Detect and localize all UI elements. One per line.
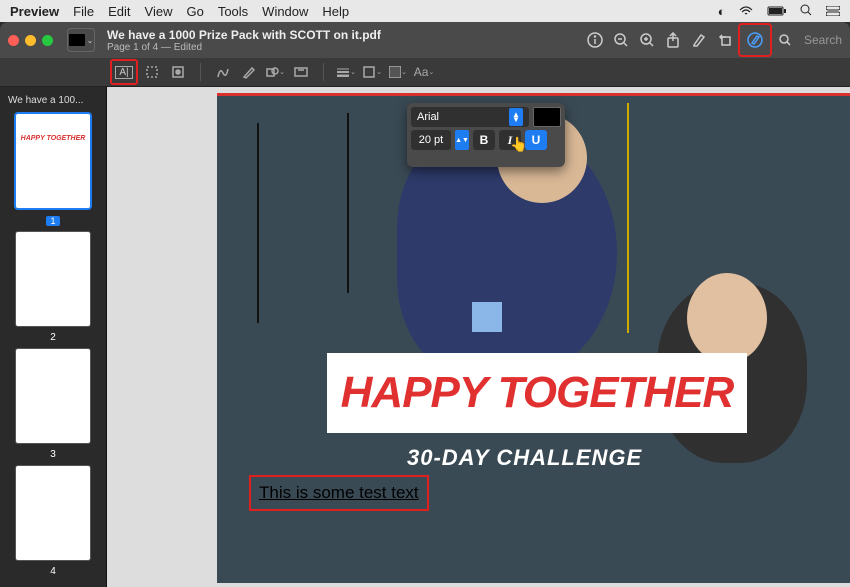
redact-tool[interactable]: [166, 61, 190, 83]
document-subtitle: Page 1 of 4 — Edited: [107, 42, 582, 53]
page-number-2: 2: [50, 332, 56, 343]
menu-go[interactable]: Go: [186, 4, 203, 19]
menu-tools[interactable]: Tools: [218, 4, 248, 19]
fill-color-tool[interactable]: ⌄: [386, 61, 410, 83]
search-toolbar-icon[interactable]: [772, 27, 798, 53]
text-tool-highlighted: A|: [110, 59, 138, 85]
info-button[interactable]: [582, 27, 608, 53]
font-size-field[interactable]: 20 pt: [411, 130, 451, 150]
preview-window: ⌄ We have a 1000 Prize Pack with SCOTT o…: [0, 22, 850, 587]
zoom-out-button[interactable]: [608, 27, 634, 53]
fullscreen-window-button[interactable]: [42, 35, 53, 46]
battery-icon: [767, 4, 791, 19]
menu-edit[interactable]: Edit: [108, 4, 130, 19]
text-style-tool[interactable]: Aa⌄: [412, 61, 436, 83]
border-style-tool[interactable]: ⌄: [334, 61, 358, 83]
wifi-icon: [739, 4, 757, 19]
window-controls: [8, 35, 53, 46]
inserted-textbox[interactable]: This is some test text: [259, 483, 419, 502]
zoom-in-button[interactable]: [634, 27, 660, 53]
text-tool-button[interactable]: A|: [115, 66, 132, 79]
inserted-textbox-highlighted: This is some test text: [249, 475, 429, 511]
titlebar: ⌄ We have a 1000 Prize Pack with SCOTT o…: [0, 22, 850, 58]
page-number-4: 4: [50, 566, 56, 577]
underline-button[interactable]: U: [525, 130, 547, 150]
sketch-tool[interactable]: [211, 61, 235, 83]
menu-view[interactable]: View: [145, 4, 173, 19]
strap-3: [627, 103, 629, 333]
headline-text: HAPPY TOGETHER: [341, 368, 734, 418]
thumbnail-sidebar: We have a 100... HAPPY TOGETHER 1 2 3 4: [0, 87, 107, 587]
menu-window[interactable]: Window: [262, 4, 308, 19]
headline-box: HAPPY TOGETHER: [327, 353, 747, 433]
control-center-icon[interactable]: [826, 4, 840, 19]
person-2-head: [687, 273, 767, 363]
rotate-button[interactable]: [712, 27, 738, 53]
markup-toolbar-button[interactable]: [742, 27, 768, 53]
thumbnail-page-2[interactable]: [16, 232, 90, 326]
app-name[interactable]: Preview: [10, 4, 59, 19]
thumbnail-page-1[interactable]: HAPPY TOGETHER: [16, 114, 90, 208]
thumbnail-page-4[interactable]: [16, 466, 90, 560]
loading-icon: ◐: [718, 4, 726, 19]
bold-button[interactable]: B: [473, 130, 495, 150]
markup-toolbar-button-highlighted: [738, 23, 772, 57]
font-family-value: Arial: [417, 111, 439, 123]
chevron-updown-icon: ▲▼: [509, 108, 523, 126]
minimize-window-button[interactable]: [25, 35, 36, 46]
strap-1: [257, 123, 259, 323]
italic-button[interactable]: I: [499, 130, 521, 150]
highlight-button[interactable]: [686, 27, 712, 53]
document-title: We have a 1000 Prize Pack with SCOTT on …: [107, 28, 582, 42]
red-stripe: [217, 93, 850, 96]
font-size-stepper[interactable]: ▲▼: [455, 130, 469, 150]
sidebar-toggle-button[interactable]: ⌄: [67, 28, 95, 52]
selection-handle[interactable]: [472, 302, 502, 332]
page-number-1: 1: [46, 216, 59, 226]
title-block: We have a 1000 Prize Pack with SCOTT on …: [107, 28, 582, 53]
search-icon[interactable]: [800, 4, 816, 19]
page-number-3: 3: [50, 449, 56, 460]
subheadline-text: 30-DAY CHALLENGE: [407, 445, 642, 471]
markup-toolbar: A| ⌄ ⌄ ⌄ ⌄ Aa⌄: [0, 58, 850, 87]
shapes-tool[interactable]: ⌄: [263, 61, 287, 83]
sidebar-section-title: We have a 100...: [4, 93, 87, 108]
system-menubar: Preview File Edit View Go Tools Window H…: [0, 0, 850, 22]
font-style-popover: Arial ▲▼ 20 pt ▲▼ B I U: [407, 103, 565, 167]
search-field-placeholder[interactable]: Search: [804, 33, 842, 47]
draw-tool[interactable]: [237, 61, 261, 83]
font-color-swatch[interactable]: [533, 107, 561, 127]
menu-file[interactable]: File: [73, 4, 94, 19]
selection-tool[interactable]: [140, 61, 164, 83]
thumbnail-page-3[interactable]: [16, 349, 90, 443]
strap-2: [347, 113, 349, 293]
font-family-select[interactable]: Arial ▲▼: [411, 107, 529, 127]
share-button[interactable]: [660, 27, 686, 53]
close-window-button[interactable]: [8, 35, 19, 46]
border-color-tool[interactable]: ⌄: [360, 61, 384, 83]
textbox-tool[interactable]: [289, 61, 313, 83]
status-icons: ◐: [708, 4, 840, 19]
menu-help[interactable]: Help: [322, 4, 349, 19]
